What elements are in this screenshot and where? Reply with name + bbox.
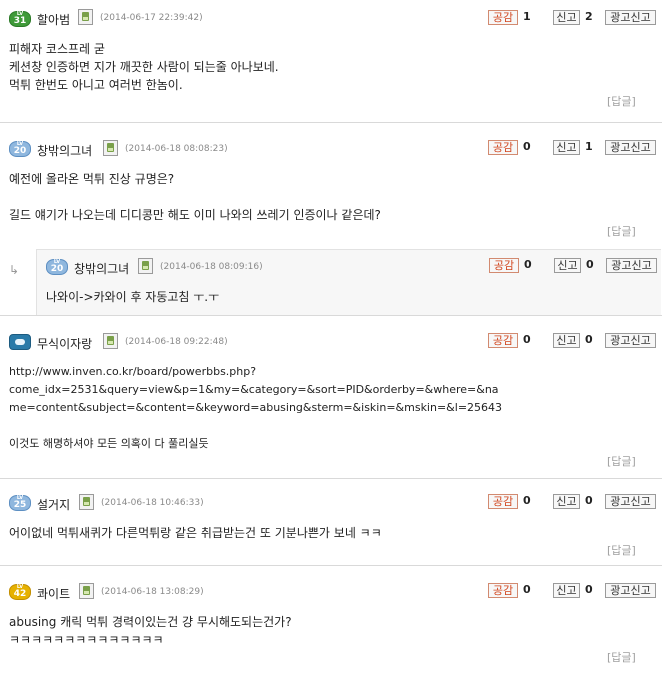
reply-link[interactable]: [답글]	[607, 223, 636, 239]
level-badge: LV 31	[9, 11, 31, 27]
report-button[interactable]: 신고	[553, 583, 580, 598]
like-count: 0	[523, 494, 531, 507]
comment-date: (2014-06-18 08:08:23)	[125, 144, 228, 154]
comment-body: 피해자 코스프레 굳 케션창 인증하면 지가 깨끗한 사람이 되는줄 아나보네.…	[9, 42, 279, 92]
ad-report-button[interactable]: 광고신고	[605, 583, 656, 598]
report-count: 0	[585, 583, 593, 596]
comment-date: (2014-06-18 08:09:16)	[160, 262, 263, 272]
mobile-phone-icon	[78, 9, 93, 25]
username[interactable]: 설거지	[37, 496, 70, 513]
report-button[interactable]: 신고	[553, 140, 580, 155]
level-badge: LV 42	[9, 584, 31, 600]
comment-item: LV 31 할아범 (2014-06-17 22:39:42) 공감 1 신고 2…	[0, 0, 662, 122]
like-button[interactable]: 공감	[488, 494, 518, 509]
ad-report-button[interactable]: 광고신고	[605, 10, 656, 25]
like-count: 1	[523, 10, 531, 23]
like-count: 0	[524, 258, 532, 271]
ad-report-button[interactable]: 광고신고	[606, 258, 657, 273]
username[interactable]: 무식이자랑	[37, 335, 92, 352]
reply-link[interactable]: [답글]	[607, 453, 636, 469]
report-count: 2	[585, 10, 593, 23]
reply-arrow-icon: ↳	[9, 263, 20, 277]
report-button[interactable]: 신고	[554, 258, 581, 273]
comment-body: http://www.inven.co.kr/board/powerbbs.ph…	[9, 365, 503, 450]
reply-link[interactable]: [답글]	[607, 93, 636, 109]
comment-date: (2014-06-18 09:22:48)	[125, 337, 228, 347]
username[interactable]: 창밖의그녀	[74, 260, 129, 277]
comment-date: (2014-06-17 22:39:42)	[100, 13, 203, 23]
ad-report-button[interactable]: 광고신고	[605, 333, 656, 348]
mobile-phone-icon	[79, 494, 94, 510]
like-button[interactable]: 공감	[488, 140, 518, 155]
mobile-phone-icon	[138, 258, 153, 274]
comment-body: 예전에 올라온 먹튀 진상 규명은? 길드 얘기가 나오는데 디디콩만 해도 이…	[9, 172, 381, 222]
level-badge: LV 20	[9, 141, 31, 157]
username[interactable]: 창밖의그녀	[37, 142, 92, 159]
comment-body: 나와이->카와이 후 자동고침 ㅜ.ㅜ	[46, 290, 220, 304]
like-count: 0	[523, 583, 531, 596]
nested-reply: LV 20 창밖의그녀 (2014-06-18 08:09:16) 공감 0 신고…	[36, 249, 661, 316]
level-badge: LV 25	[9, 495, 31, 511]
comment-body: abusing 캐릭 먹튀 경력이있는건 걍 무시해도되는건가? ㅋㅋㅋㅋㅋㅋㅋ…	[9, 615, 292, 647]
mobile-phone-icon	[103, 333, 118, 349]
username[interactable]: 할아범	[37, 11, 70, 28]
like-button[interactable]: 공감	[489, 258, 519, 273]
report-count: 0	[586, 258, 594, 271]
like-count: 0	[523, 140, 531, 153]
report-button[interactable]: 신고	[553, 333, 580, 348]
comment-item: LV 42 콰이트 (2014-06-18 13:08:29) 공감 0 신고 0…	[0, 566, 662, 673]
report-button[interactable]: 신고	[553, 10, 580, 25]
comment-item: LV 20 창밖의그녀 (2014-06-18 08:08:23) 공감 0 신고…	[0, 123, 662, 316]
like-button[interactable]: 공감	[488, 333, 518, 348]
report-count: 0	[585, 494, 593, 507]
reply-link[interactable]: [답글]	[607, 649, 636, 665]
reply-link[interactable]: [답글]	[607, 542, 636, 558]
level-badge: LV	[9, 334, 31, 350]
ad-report-button[interactable]: 광고신고	[605, 494, 656, 509]
username[interactable]: 콰이트	[37, 585, 70, 602]
comment-body: 어이없네 먹튀새퀴가 다른먹튀랑 같은 취급받는건 또 기분나쁜가 보네 ㅋㅋ	[9, 526, 382, 540]
comment-item: LV 무식이자랑 (2014-06-18 09:22:48) 공감 0 신고 0…	[0, 316, 662, 478]
comment-date: (2014-06-18 13:08:29)	[101, 587, 204, 597]
mobile-phone-icon	[103, 140, 118, 156]
report-count: 1	[585, 140, 593, 153]
like-button[interactable]: 공감	[488, 10, 518, 25]
like-button[interactable]: 공감	[488, 583, 518, 598]
like-count: 0	[523, 333, 531, 346]
level-badge: LV 20	[46, 259, 68, 275]
mobile-phone-icon	[79, 583, 94, 599]
comment-item: LV 25 설거지 (2014-06-18 10:46:33) 공감 0 신고 0…	[0, 479, 662, 565]
report-count: 0	[585, 333, 593, 346]
report-button[interactable]: 신고	[553, 494, 580, 509]
ad-report-button[interactable]: 광고신고	[605, 140, 656, 155]
comment-date: (2014-06-18 10:46:33)	[101, 498, 204, 508]
